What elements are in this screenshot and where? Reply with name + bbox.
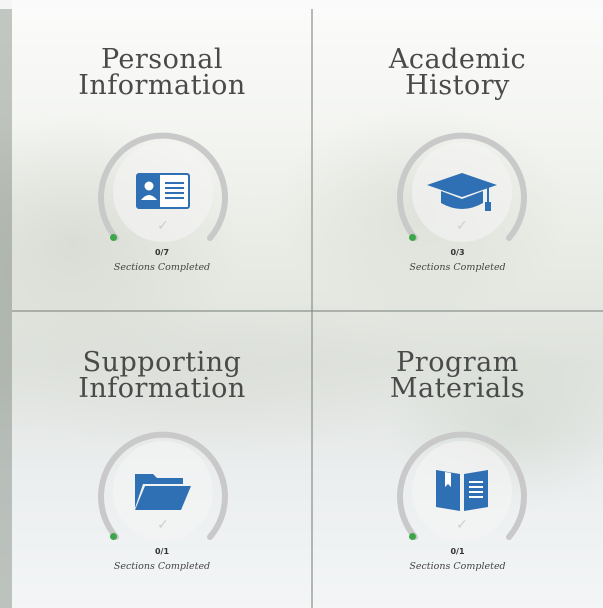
- tile-title-line2: Materials: [389, 373, 526, 404]
- progress-caption: Sections Completed: [409, 561, 506, 572]
- progress-ring: ✓: [97, 425, 229, 557]
- progress-dot: [110, 234, 117, 241]
- tile-title: Personal Information: [12, 46, 312, 101]
- tile-supporting-information[interactable]: Supporting Information ✓ 0/1 Sections Co…: [12, 311, 312, 608]
- folder-icon: [133, 468, 193, 516]
- tile-title-line2: Information: [78, 70, 246, 101]
- check-icon: ✓: [456, 517, 468, 533]
- progress-ring: ✓: [396, 126, 528, 258]
- left-edge: [0, 0, 12, 608]
- tile-title: Program Materials: [312, 349, 603, 404]
- progress-caption: Sections Completed: [113, 561, 211, 572]
- top-edge: [0, 0, 603, 9]
- progress-caption: Sections Completed: [113, 262, 211, 273]
- tile-title-line2: History: [405, 70, 510, 101]
- section-grid: Personal Information ✓ 0/7 Sections Comp…: [12, 9, 603, 608]
- progress-dot: [110, 533, 117, 540]
- check-icon: ✓: [157, 517, 169, 533]
- progress-count: 0/3: [450, 248, 465, 257]
- progress-count: 0/1: [450, 547, 465, 556]
- tile-program-materials[interactable]: Program Materials ✓ 0/1 Sections Complet…: [312, 311, 603, 608]
- tile-academic-history[interactable]: Academic History ✓ 0/3 Sections Complete…: [312, 9, 603, 311]
- check-icon: ✓: [157, 218, 169, 234]
- progress-count: 0/7: [154, 248, 170, 257]
- progress-dot: [409, 234, 416, 241]
- tile-title-line2: Information: [78, 373, 246, 404]
- tile-title: Academic History: [312, 46, 603, 101]
- progress-count: 0/1: [154, 547, 170, 556]
- progress-ring: ✓: [396, 425, 528, 557]
- progress-caption: Sections Completed: [409, 262, 506, 273]
- check-icon: ✓: [456, 218, 468, 234]
- tile-personal-information[interactable]: Personal Information ✓ 0/7 Sections Comp…: [12, 9, 312, 311]
- progress-ring: ✓: [97, 126, 229, 258]
- graduation-cap-icon: [425, 171, 499, 219]
- tile-title: Supporting Information: [12, 349, 312, 404]
- book-icon: [434, 467, 490, 517]
- progress-dot: [409, 533, 416, 540]
- id-card-icon: [136, 173, 190, 213]
